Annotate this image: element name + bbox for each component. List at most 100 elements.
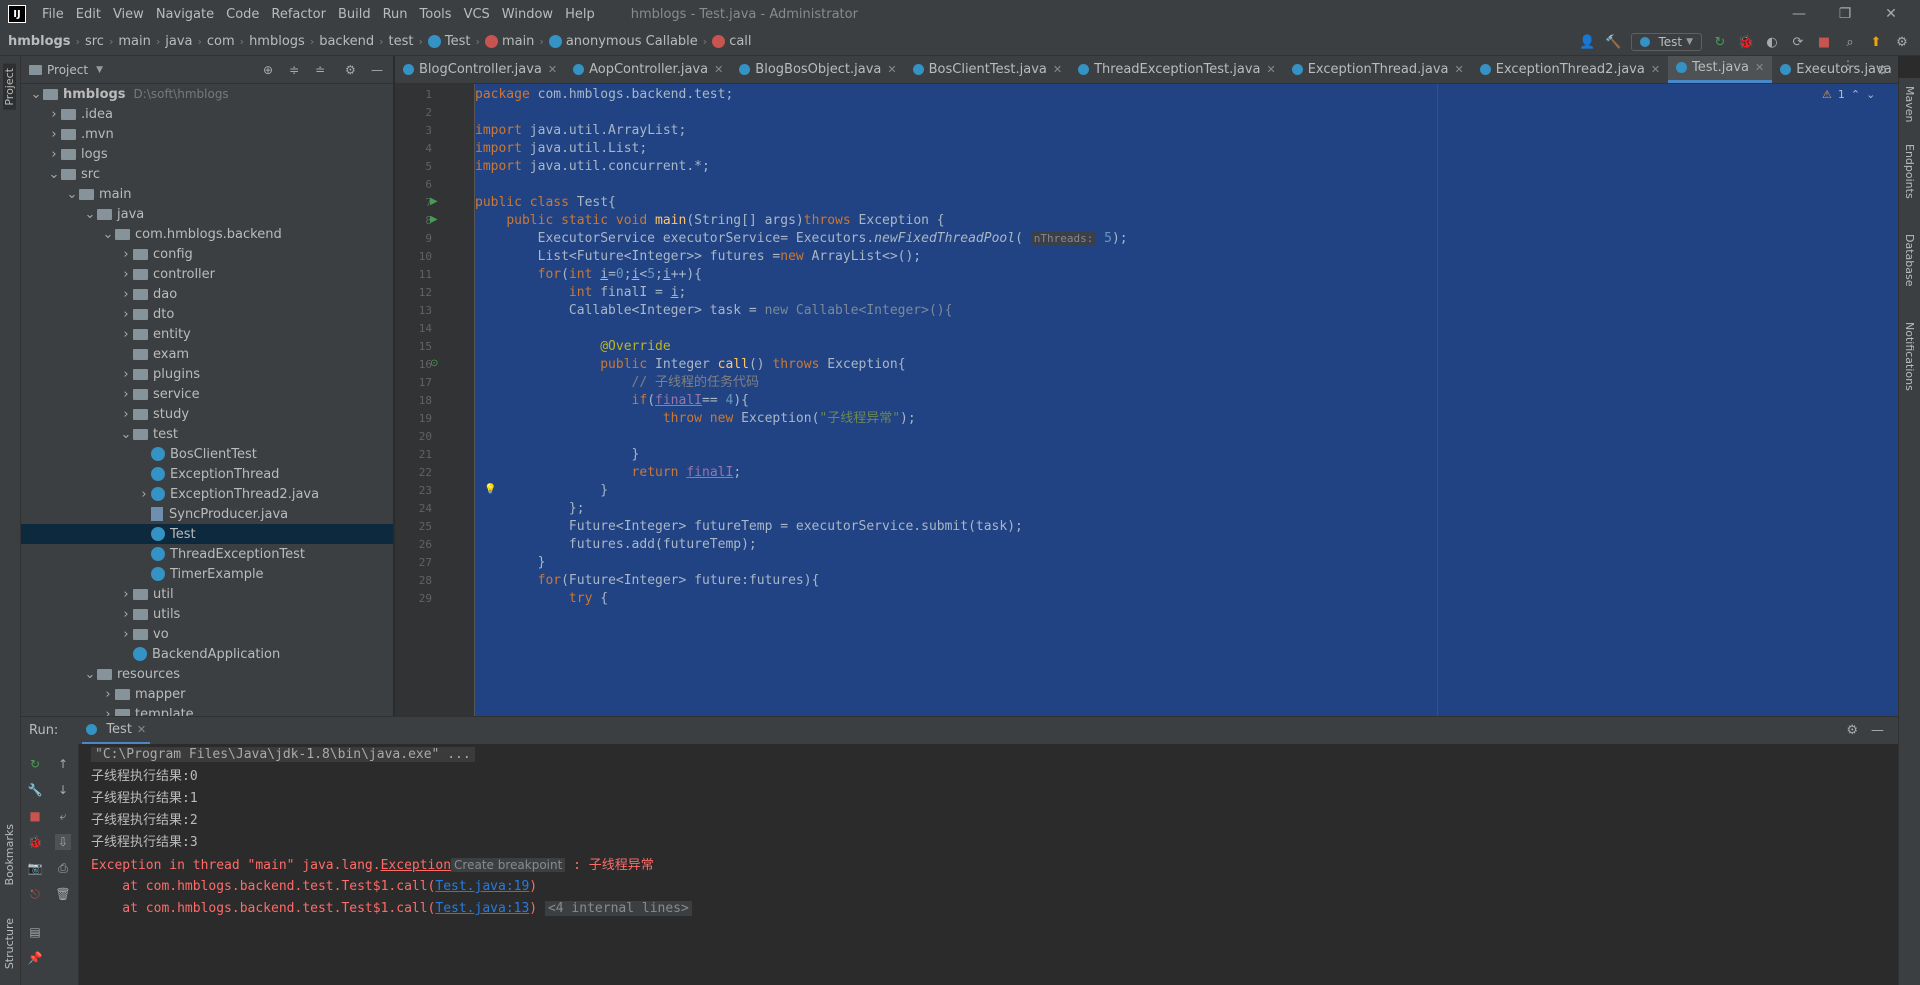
close-tab-icon[interactable]: ✕ [714,63,723,76]
tree-item[interactable]: ⌄ test [21,424,393,444]
source-link[interactable]: Test.java:19 [435,879,529,894]
rerun-icon[interactable]: ↻ [1712,34,1728,50]
tree-item[interactable]: ⌄ main [21,184,393,204]
maven-tool-button[interactable]: Maven [1903,86,1916,122]
chevron-down-icon[interactable]: ⌄ [83,207,97,222]
breadcrumb-item[interactable]: java [165,34,192,49]
camera-icon[interactable]: 📷 [27,860,43,876]
tree-item[interactable]: BackendApplication [21,644,393,664]
tree-item[interactable]: › utils [21,604,393,624]
override-gutter-icon[interactable]: ⊙ [430,358,438,369]
close-tab-icon[interactable]: ✕ [1651,63,1660,76]
console-output[interactable]: "C:\Program Files\Java\jdk-1.8\bin\java.… [79,744,1898,985]
menu-build[interactable]: Build [332,7,377,22]
tree-item[interactable]: SyncProducer.java [21,504,393,524]
chevron-right-icon[interactable]: › [119,387,133,402]
chevron-right-icon[interactable]: › [137,487,151,502]
menu-navigate[interactable]: Navigate [150,7,220,22]
breadcrumb-item[interactable]: com [207,34,235,49]
source-link[interactable]: Test.java:13 [435,901,529,916]
tree-item[interactable]: exam [21,344,393,364]
tree-item[interactable]: › entity [21,324,393,344]
bookmarks-tool-button[interactable]: Bookmarks [3,824,16,885]
chevron-right-icon[interactable]: › [119,307,133,322]
tree-item[interactable]: › config [21,244,393,264]
tab-run-test[interactable]: Test ✕ [82,717,151,745]
breadcrumb-item[interactable]: hmblogs [8,34,71,49]
tree-item[interactable]: › mapper [21,684,393,704]
chevron-right-icon[interactable]: › [119,627,133,642]
menu-refactor[interactable]: Refactor [265,7,332,22]
editor-tab[interactable]: ExceptionThread.java ✕ [1284,56,1472,83]
tree-item[interactable]: › plugins [21,364,393,384]
arrow-down-icon[interactable]: ↓ [55,782,71,798]
close-tab-icon[interactable]: ✕ [1755,61,1764,74]
profile-icon[interactable]: ⟳ [1790,34,1806,50]
project-view-select[interactable]: Project [47,63,88,77]
close-window-button[interactable]: ✕ [1868,0,1914,28]
tree-item[interactable]: ThreadExceptionTest [21,544,393,564]
menu-edit[interactable]: Edit [70,7,107,22]
chevron-right-icon[interactable]: › [47,107,61,122]
run-gutter-icon[interactable]: ▶ [430,214,438,225]
chevron-right-icon[interactable]: › [101,707,115,717]
minimize-button[interactable]: — [1776,0,1822,28]
tree-item[interactable]: › ExceptionThread2.java [21,484,393,504]
chevron-right-icon[interactable]: › [119,327,133,342]
run-gutter-icon[interactable]: ▶ [430,196,438,207]
editor-tab[interactable]: BosClientTest.java ✕ [905,56,1070,83]
menu-run[interactable]: Run [377,7,414,22]
menu-file[interactable]: File [36,7,70,22]
breadcrumb-item[interactable]: backend [319,34,374,49]
debug-icon[interactable]: 🐞 [1738,34,1754,50]
exception-class-link[interactable]: Exception [381,858,451,873]
chevron-down-icon[interactable]: ⌄ [47,167,61,182]
tree-item[interactable]: ⌄ resources [21,664,393,684]
tree-item[interactable]: ⌄ src [21,164,393,184]
gear-icon[interactable]: ⚙ [345,63,356,77]
tree-item[interactable]: ExceptionThread [21,464,393,484]
tree-item[interactable]: › vo [21,624,393,644]
chevron-down-icon[interactable]: ⌄ [83,667,97,682]
editor-tab[interactable]: AopController.java ✕ [565,56,731,83]
stop-icon[interactable]: ■ [1816,34,1832,50]
inspection-widget[interactable]: ⚠ 1 ⌃ ⌄ [1822,88,1875,101]
collapse-all-icon[interactable]: ≐ [315,63,325,77]
tree-item[interactable]: › template [21,704,393,716]
tree-item[interactable]: › util [21,584,393,604]
tree-item[interactable]: › controller [21,264,393,284]
menu-window[interactable]: Window [496,7,559,22]
tree-item[interactable]: › dto [21,304,393,324]
print-icon[interactable]: ⎙ [55,860,71,876]
close-tab-icon[interactable]: ✕ [1053,63,1062,76]
chevron-right-icon[interactable]: › [119,587,133,602]
internal-lines-fold[interactable]: <4 internal lines> [544,901,692,916]
intention-bulb-icon[interactable]: 💡 [484,484,496,495]
close-tab-icon[interactable]: ✕ [887,63,896,76]
tree-item[interactable]: BosClientTest [21,444,393,464]
tree-item[interactable]: › study [21,404,393,424]
build-hammer-icon[interactable]: 🔨 [1605,34,1621,50]
scroll-to-end-icon[interactable]: ⇩ [55,834,71,850]
more-tabs-icon[interactable]: ⋮ [1842,58,1854,72]
hide-panel-icon[interactable]: — [1871,723,1884,738]
close-tab-icon[interactable]: ✕ [137,723,146,736]
tabs-settings-icon[interactable]: ⚙ [1866,56,1898,84]
locate-icon[interactable]: ⊕ [263,63,273,77]
breadcrumb-item[interactable]: hmblogs [249,34,305,49]
previous-highlight-icon[interactable]: ⌃ [1851,88,1860,101]
tree-item[interactable]: ⌄ hmblogs D:\soft\hmblogs [21,84,393,104]
run-configuration-select[interactable]: Test ▼ [1631,33,1702,51]
layout-icon[interactable]: ▤ [27,924,43,940]
tree-item[interactable]: Test [21,524,393,544]
breadcrumb-item[interactable]: call [712,34,752,49]
chevron-right-icon[interactable]: › [119,287,133,302]
tree-item[interactable]: ⌄ com.hmblogs.backend [21,224,393,244]
breadcrumb-item[interactable]: Test [427,34,471,49]
stop-icon[interactable]: ■ [27,808,43,824]
code-editor[interactable]: package com.hmblogs.backend.test; import… [475,84,1898,716]
chevron-down-icon[interactable]: ⌄ [29,87,43,102]
tree-item[interactable]: › .mvn [21,124,393,144]
structure-tool-button[interactable]: Structure [3,918,16,969]
maximize-button[interactable]: ❐ [1822,0,1868,28]
